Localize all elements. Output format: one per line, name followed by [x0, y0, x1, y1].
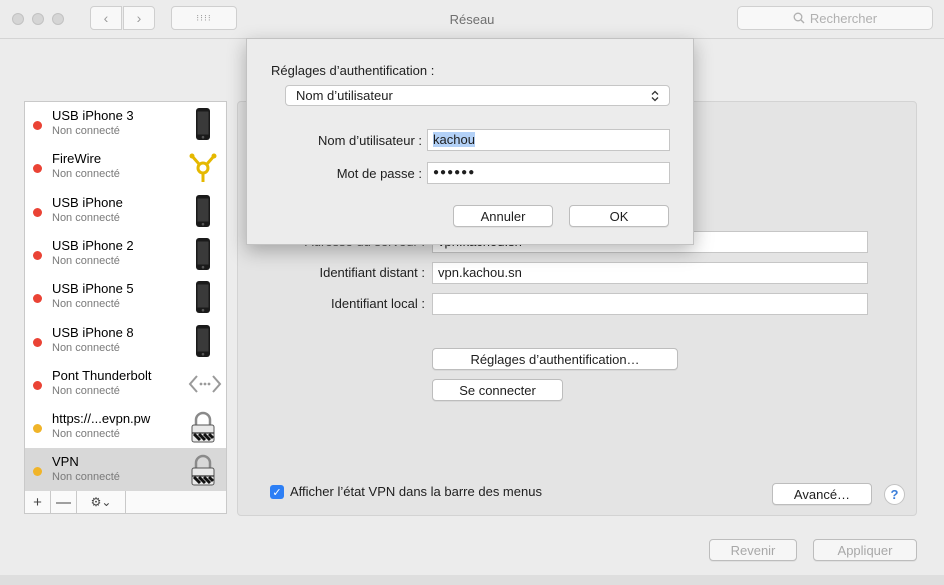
service-row[interactable]: USB iPhone Non connecté [25, 189, 226, 232]
service-row[interactable]: VPN Non connecté [25, 448, 226, 492]
service-name: https://...evpn.pw [52, 411, 151, 427]
password-label: Mot de passe : [336, 166, 422, 181]
firewire-icon [188, 150, 218, 184]
service-status: Non connecté [52, 428, 120, 441]
vpn-lock-icon [188, 410, 218, 444]
search-icon [793, 12, 805, 24]
updown-chevron-icon [651, 90, 659, 101]
authentication-settings-button[interactable]: Réglages d’authentification… [432, 348, 678, 370]
vpn-lock-icon [188, 453, 218, 487]
status-dot [33, 164, 42, 174]
service-row[interactable]: Pont Thunderbolt Non connecté [25, 362, 226, 405]
service-row[interactable]: https://...evpn.pw Non connecté [25, 405, 226, 448]
service-name: USB iPhone 8 [52, 324, 134, 340]
service-name: USB iPhone 2 [52, 237, 134, 253]
service-status: Non connecté [52, 298, 120, 311]
apply-button[interactable]: Appliquer [813, 539, 917, 561]
search-input[interactable]: Rechercher [737, 6, 933, 30]
iphone-icon [188, 194, 218, 228]
service-row[interactable]: USB iPhone 8 Non connecté [25, 319, 226, 362]
remote-id-label: Identifiant distant : [319, 265, 425, 280]
service-status: Non connecté [52, 341, 120, 354]
minus-icon: — [56, 493, 71, 511]
status-dot [33, 250, 42, 260]
service-name: USB iPhone 5 [52, 281, 134, 297]
username-value: kachou [433, 132, 475, 147]
status-dot [33, 294, 42, 304]
service-row[interactable]: USB iPhone 3 Non connecté [25, 102, 226, 145]
plus-icon: + [33, 493, 42, 511]
iphone-icon [188, 324, 218, 358]
window-bottom-edge [0, 575, 944, 585]
status-dot [33, 337, 42, 347]
iphone-icon [188, 280, 218, 314]
status-dot [33, 380, 42, 390]
service-status: Non connecté [52, 125, 120, 137]
service-list[interactable]: USB iPhone 3 Non connecté FireWire Non conn… [24, 101, 227, 492]
add-service-button[interactable]: + [25, 491, 51, 513]
iphone-icon [188, 237, 218, 271]
local-id-label: Identifiant local : [331, 296, 425, 311]
service-list-toolbar: + — ⚙︎⌄ [24, 491, 227, 514]
checkmark-icon: ✓ [272, 486, 282, 499]
service-row[interactable]: FireWire Non connecté [25, 145, 226, 188]
iphone-icon [188, 107, 218, 141]
auth-method-popup[interactable]: Nom d’utilisateur [285, 85, 670, 106]
service-name: USB iPhone 3 [52, 108, 134, 123]
status-dot [33, 121, 42, 130]
revert-button[interactable]: Revenir [709, 539, 797, 561]
status-dot [33, 467, 42, 477]
connect-button[interactable]: Se connecter [432, 379, 563, 401]
remove-service-button[interactable]: — [51, 491, 77, 513]
sheet-title: Réglages d’authentification : [271, 63, 435, 78]
service-status: Non connecté [52, 211, 120, 224]
thunderbolt-bridge-icon [188, 367, 222, 401]
service-name: FireWire [52, 151, 102, 167]
username-field[interactable]: kachou [427, 129, 670, 151]
authentication-settings-sheet: Réglages d’authentification : Nom d’util… [246, 38, 694, 245]
advanced-button[interactable]: Avancé… [772, 483, 872, 505]
service-name: USB iPhone [52, 194, 123, 210]
auth-method-value: Nom d’utilisateur [296, 88, 393, 103]
service-status: Non connecté [52, 168, 120, 181]
username-label: Nom d’utilisateur : [317, 133, 422, 148]
status-dot [33, 424, 42, 434]
service-status: Non connecté [52, 384, 120, 397]
service-name: Pont Thunderbolt [52, 367, 152, 383]
status-dot [33, 207, 42, 217]
help-button[interactable]: ? [884, 484, 905, 505]
help-icon: ? [890, 487, 899, 502]
service-row[interactable]: USB iPhone 5 Non connecté [25, 275, 226, 318]
gear-icon: ⚙︎⌄ [90, 495, 112, 509]
cancel-button[interactable]: Annuler [453, 205, 553, 227]
service-actions-button[interactable]: ⚙︎⌄ [77, 491, 126, 513]
ok-button[interactable]: OK [569, 205, 669, 227]
service-status: Non connecté [52, 254, 120, 267]
search-placeholder: Rechercher [809, 10, 878, 26]
service-status: Non connecté [52, 471, 120, 484]
show-vpn-status-label: Afficher l’état VPN dans la barre des me… [290, 484, 542, 499]
service-name: VPN [52, 454, 79, 470]
password-field[interactable]: ●●●●●● [427, 162, 670, 184]
show-vpn-status-checkbox[interactable]: ✓ [270, 485, 284, 499]
service-row[interactable]: USB iPhone 2 Non connecté [25, 232, 226, 275]
remote-id-field[interactable]: vpn.kachou.sn [432, 262, 868, 284]
local-id-field[interactable] [432, 293, 868, 315]
